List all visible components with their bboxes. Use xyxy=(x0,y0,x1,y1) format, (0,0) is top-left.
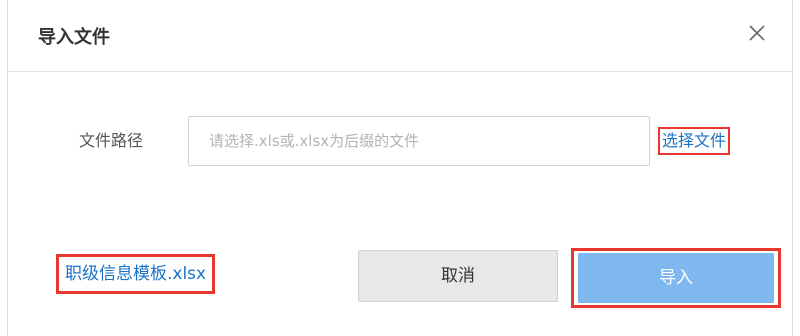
file-path-input[interactable] xyxy=(188,116,650,166)
close-icon xyxy=(749,25,765,41)
import-file-dialog: 导入文件 文件路径 选择文件 职级信息模板.xlsx 取消 导入 xyxy=(7,0,793,336)
close-button[interactable] xyxy=(744,20,770,46)
cancel-button[interactable]: 取消 xyxy=(358,250,558,302)
import-button[interactable]: 导入 xyxy=(578,253,774,303)
template-download-link[interactable]: 职级信息模板.xlsx xyxy=(56,254,216,294)
dialog-title: 导入文件 xyxy=(38,27,110,48)
choose-file-link[interactable]: 选择文件 xyxy=(658,127,731,155)
file-path-label: 文件路径 xyxy=(79,131,144,150)
dialog-header: 导入文件 xyxy=(8,0,792,72)
